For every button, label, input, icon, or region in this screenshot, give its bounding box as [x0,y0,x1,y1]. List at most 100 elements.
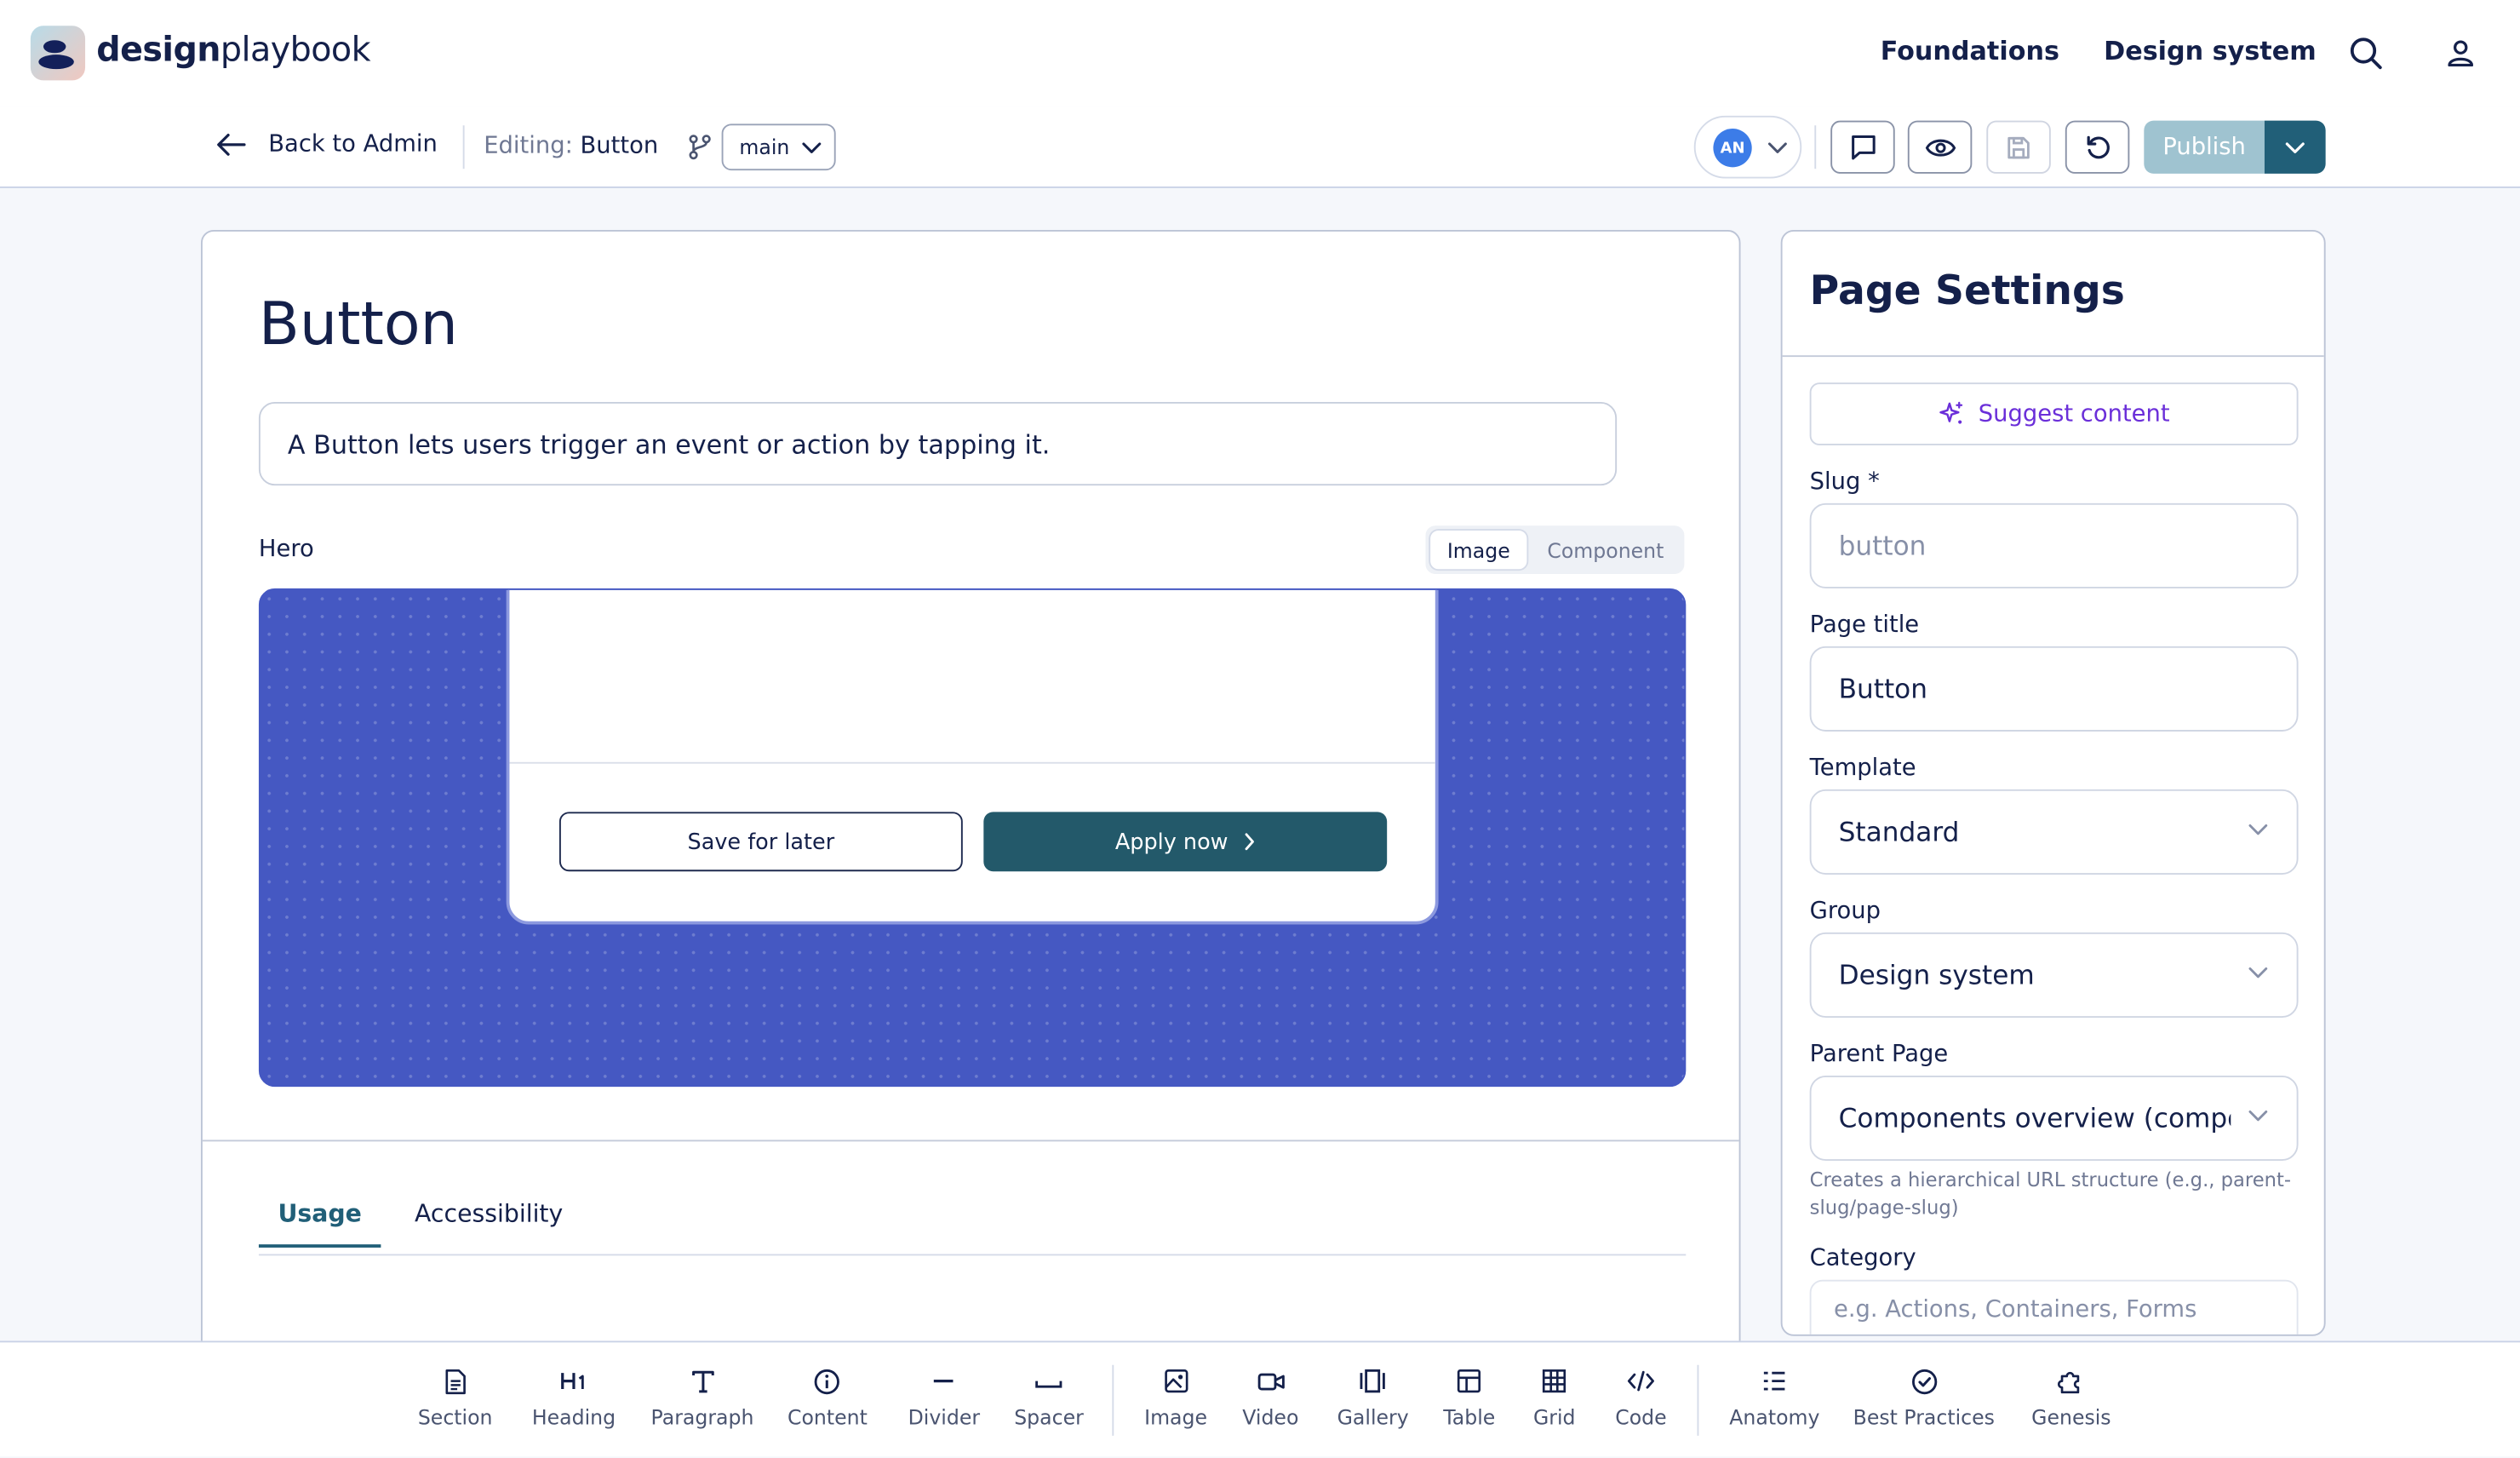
slug-label: Slug * [1809,469,1880,496]
tool-best-practices[interactable]: Best Practices [1853,1367,1995,1429]
undo-icon [2086,135,2110,159]
tool-heading[interactable]: Heading [531,1367,616,1430]
back-to-admin-link[interactable]: Back to Admin [217,132,438,158]
category-label: Category [1809,1246,1916,1272]
toggle-image[interactable]: Image [1430,530,1527,570]
page-title-input[interactable]: Button [1809,646,2299,732]
template-label: Template [1809,755,1916,782]
grid-icon [1540,1367,1569,1396]
chevron-down-icon [1767,142,1787,153]
revert-button[interactable] [2065,120,2130,174]
editing-page-name: Button [580,133,659,159]
publish-button[interactable]: Publish [2144,120,2265,174]
tool-label: Image [1144,1404,1208,1430]
tool-table[interactable]: Table [1443,1367,1495,1429]
tool-section[interactable]: Section [417,1367,493,1430]
tool-label: Content [788,1404,868,1430]
comment-button[interactable] [1830,120,1895,174]
toggle-component[interactable]: Component [1535,531,1676,569]
nav-link-design-system[interactable]: Design system [2104,36,2317,66]
divider [462,125,465,169]
parent-page-label: Parent Page [1809,1042,1949,1068]
comment-icon [1851,135,1875,160]
slug-input[interactable]: button [1809,502,2299,588]
spacer-icon [1034,1367,1063,1396]
search-icon[interactable] [2346,34,2385,72]
tool-content[interactable]: Content [788,1367,868,1430]
suggest-content-button[interactable]: Suggest content [1809,382,2299,445]
eye-icon [1924,138,1956,156]
editor-bar: Back to Admin Editing: Button main AN Pu… [0,106,2520,188]
branch-value: main [739,135,790,159]
tool-genesis[interactable]: Genesis [2031,1367,2111,1430]
tool-spacer[interactable]: Spacer [1014,1367,1084,1430]
tool-gallery[interactable]: Gallery [1337,1367,1409,1430]
chevron-down-icon [2248,967,2268,979]
parent-page-select[interactable]: Components overview (components) [1809,1075,2299,1161]
tool-grid[interactable]: Grid [1532,1367,1576,1430]
video-icon [1256,1367,1285,1396]
tool-divider[interactable]: Divider [908,1367,980,1429]
group-select[interactable]: Design system [1809,932,2299,1018]
tool-label: Spacer [1014,1404,1084,1430]
divider-icon [930,1367,959,1396]
hero-label: Hero [258,537,314,563]
tool-label: Genesis [2031,1404,2111,1430]
page-title-label: Page title [1809,612,1920,639]
tool-label: Anatomy [1729,1404,1820,1430]
description-field[interactable]: A Button lets users trigger an event or … [258,401,1618,486]
apply-now-label: Apply now [1114,829,1228,855]
nav-link-foundations[interactable]: Foundations [1881,36,2059,66]
tool-label: Grid [1532,1404,1576,1430]
divider [202,1139,1739,1142]
parent-page-value: Components overview (components) [1838,1103,2231,1134]
template-select[interactable]: Standard [1809,789,2299,875]
tool-video[interactable]: Video [1242,1367,1299,1430]
logo-icon[interactable] [30,26,86,81]
top-navigation: designplaybook Foundations Design system [0,0,2520,106]
chevron-right-icon [1245,833,1255,851]
chevron-down-icon [2248,824,2268,835]
save-button[interactable] [1986,120,2051,174]
tool-label: Paragraph [650,1404,754,1430]
branch-select[interactable]: main [721,123,836,171]
divider [1782,355,2324,358]
hero-mock-dialog: Save for later Apply now [506,589,1439,925]
code-icon [1626,1367,1655,1396]
tool-label: Heading [531,1404,616,1430]
tool-label: Code [1615,1404,1667,1430]
preview-button[interactable] [1907,120,1973,174]
category-input[interactable]: e.g. Actions, Containers, Forms [1809,1279,2299,1335]
divider [1112,1364,1114,1436]
page-title[interactable]: Button [259,290,458,359]
parent-page-helper-text: Creates a hierarchical URL structure (e.… [1809,1168,2292,1219]
save-icon [2007,135,2030,158]
divider [509,761,1435,764]
tool-image[interactable]: Image [1144,1367,1208,1430]
tool-anatomy[interactable]: Anatomy [1729,1367,1820,1430]
publish-options-button[interactable] [2264,120,2326,174]
brand-name[interactable]: designplaybook [96,31,370,69]
back-label: Back to Admin [268,131,438,158]
hero-image[interactable]: Save for later Apply now [258,588,1687,1088]
divider [1697,1364,1699,1436]
collaborator-menu[interactable]: AN [1693,115,1802,179]
tool-code[interactable]: Code [1615,1367,1667,1430]
tool-label: Gallery [1337,1404,1409,1430]
user-icon[interactable] [2443,36,2478,72]
sparkle-icon [1939,401,1963,424]
heading-icon [559,1367,588,1396]
chevron-down-icon [2248,1110,2268,1122]
chevron-down-icon [802,141,822,152]
arrow-left-icon [217,133,246,156]
tool-label: Video [1242,1404,1299,1430]
tab-usage[interactable]: Usage [258,1199,381,1248]
puzzle-icon [2057,1367,2086,1396]
info-icon [813,1367,842,1396]
group-value: Design system [1838,960,2035,990]
tab-accessibility[interactable]: Accessibility [415,1199,563,1228]
tool-label: Section [417,1404,493,1430]
tool-paragraph[interactable]: Paragraph [650,1367,754,1430]
git-branch-icon [689,135,711,160]
divider [1814,125,1817,169]
